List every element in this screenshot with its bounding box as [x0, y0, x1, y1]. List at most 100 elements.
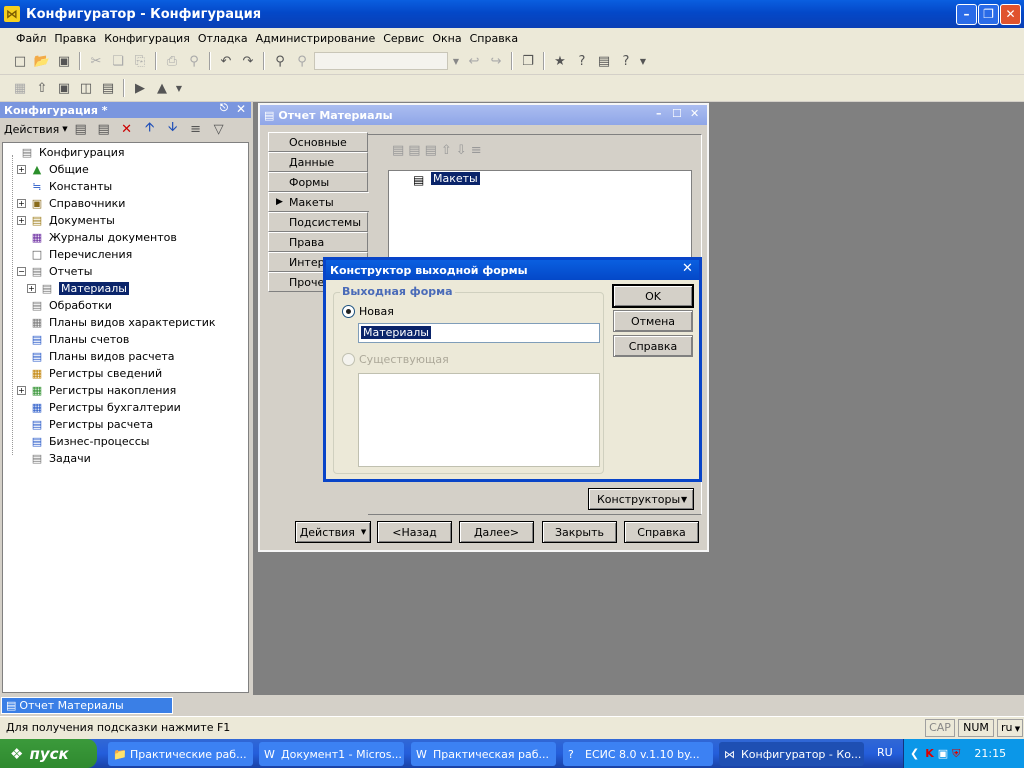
- next-button[interactable]: Далее>: [459, 521, 534, 543]
- search-combo[interactable]: [314, 52, 448, 70]
- sort-icon[interactable]: ≡: [471, 143, 482, 158]
- move-up-icon[interactable]: 🡩: [140, 119, 160, 139]
- expand-toggle-icon[interactable]: +: [27, 284, 36, 293]
- tree-node[interactable]: + ▣ Справочники: [17, 195, 125, 212]
- delete-icon[interactable]: ▤: [425, 143, 437, 158]
- menu-windows[interactable]: Окна: [428, 32, 465, 45]
- tab-0[interactable]: Основные: [268, 132, 368, 152]
- close-icon[interactable]: ✕: [236, 102, 246, 116]
- expand-toggle-icon[interactable]: +: [17, 165, 26, 174]
- add-icon[interactable]: ▤: [392, 143, 404, 158]
- tree-node[interactable]: ▤ Планы счетов: [17, 331, 130, 348]
- menu-service[interactable]: Сервис: [379, 32, 428, 45]
- tab-3[interactable]: ▶ Макеты: [268, 192, 369, 212]
- security-shield-icon[interactable]: ⛨: [952, 747, 960, 761]
- templates-node[interactable]: Макеты: [431, 172, 480, 185]
- constructors-button[interactable]: Конструкторы ▼: [588, 488, 694, 510]
- menu-edit[interactable]: Правка: [50, 32, 100, 45]
- existing-radio[interactable]: [342, 353, 355, 366]
- taskbar-lang[interactable]: RU: [877, 746, 893, 759]
- update-db-icon[interactable]: ◫: [76, 78, 96, 98]
- undo-icon[interactable]: ↶: [216, 51, 236, 71]
- tree-node[interactable]: ▤ Задачи: [17, 450, 91, 467]
- tree-node[interactable]: ▤ Обработки: [17, 297, 112, 314]
- preview-icon[interactable]: ⚲: [184, 51, 204, 71]
- expand-toggle-icon[interactable]: −: [17, 267, 26, 276]
- add-icon[interactable]: ▤: [71, 119, 91, 139]
- move-up-icon[interactable]: ⇧: [441, 143, 452, 158]
- task-practical-works-folder[interactable]: 📁 Практические раб...: [108, 742, 253, 766]
- new-icon[interactable]: □: [10, 51, 30, 71]
- tree-node[interactable]: ▤ Регистры расчета: [17, 416, 153, 433]
- menu-file[interactable]: Файл: [12, 32, 50, 45]
- expand-toggle-icon[interactable]: +: [17, 199, 26, 208]
- run-enterprise-icon[interactable]: ▲: [152, 78, 172, 98]
- redo-icon[interactable]: ↷: [238, 51, 258, 71]
- tree-node[interactable]: + ▦ Регистры накопления: [17, 382, 176, 399]
- start-button[interactable]: ❖ пуск: [0, 739, 97, 768]
- actions-menu[interactable]: Действия: [4, 123, 59, 136]
- tree-node[interactable]: + ▤ Документы: [17, 212, 115, 229]
- chevron-down-icon[interactable]: ▼: [638, 51, 648, 71]
- search-prev-icon[interactable]: ↩: [464, 51, 484, 71]
- tree-node[interactable]: ▦ Планы видов характеристик: [17, 314, 216, 331]
- templates-tree[interactable]: ▤ Макеты: [388, 170, 692, 260]
- restore-button[interactable]: ❐: [978, 4, 999, 25]
- task-practical-work-doc[interactable]: W Практическая раб...: [411, 742, 556, 766]
- tree-node[interactable]: □ Перечисления: [17, 246, 132, 263]
- ok-button[interactable]: OK: [612, 284, 694, 308]
- cut-icon[interactable]: ✂: [86, 51, 106, 71]
- actions-button[interactable]: Действия ▼: [295, 521, 371, 543]
- help-button[interactable]: Справка: [624, 521, 699, 543]
- move-down-icon[interactable]: 🡫: [163, 119, 183, 139]
- open-icon[interactable]: 📂: [32, 51, 52, 71]
- find-next-icon[interactable]: ⚲: [292, 51, 312, 71]
- minimize-button[interactable]: –: [956, 4, 977, 25]
- window-tab-report[interactable]: ▤ Отчет Материалы: [1, 697, 173, 714]
- run-debug-icon[interactable]: ▶: [130, 78, 150, 98]
- minimize-icon[interactable]: –: [656, 107, 662, 120]
- task-esis[interactable]: ? ЕСИС 8.0 v.1.10 by...: [563, 742, 713, 766]
- tree-node[interactable]: ▤ Конфигурация: [7, 144, 125, 161]
- task-word-document1[interactable]: W Документ1 - Micros...: [259, 742, 404, 766]
- move-down-icon[interactable]: ⇩: [456, 143, 467, 158]
- delete-icon[interactable]: ✕: [117, 119, 137, 139]
- tab-1[interactable]: Данные: [268, 152, 368, 172]
- close-icon[interactable]: ✕: [690, 107, 699, 120]
- windows-icon[interactable]: ❐: [518, 51, 538, 71]
- chevron-down-icon[interactable]: ▼: [174, 78, 184, 98]
- tray-arrow-icon[interactable]: ❮: [910, 747, 919, 760]
- antivirus-icon[interactable]: K: [925, 747, 934, 760]
- dialog-help-button[interactable]: Справка: [613, 335, 693, 357]
- back-button[interactable]: <Назад: [377, 521, 452, 543]
- tree-node[interactable]: ▦ Регистры сведений: [17, 365, 162, 382]
- tree-node[interactable]: + ▲ Общие: [17, 161, 89, 178]
- lang-indicator[interactable]: ru ▼: [997, 719, 1023, 737]
- add-child-icon[interactable]: ▤: [94, 119, 114, 139]
- filter-icon[interactable]: ▽: [209, 119, 229, 139]
- paste-icon[interactable]: ⎘: [130, 51, 150, 71]
- new-name-input[interactable]: Материалы: [358, 323, 600, 343]
- config-tree[interactable]: ▤ Конфигурация + ▲ Общие ≒ Константы + ▣ Справочн…: [2, 142, 249, 693]
- load-config-icon[interactable]: ⇧: [32, 78, 52, 98]
- tree-node[interactable]: ▦ Журналы документов: [17, 229, 177, 246]
- search-next-icon[interactable]: ↪: [486, 51, 506, 71]
- help-search-icon[interactable]: ?: [572, 51, 592, 71]
- tree-node[interactable]: ▦ Регистры бухгалтерии: [17, 399, 181, 416]
- task-configurator[interactable]: ⋈ Конфигуратор - Ко...: [719, 742, 864, 766]
- tab-4[interactable]: Подсистемы: [268, 212, 368, 232]
- compare-icon[interactable]: ▦: [10, 78, 30, 98]
- add-child-icon[interactable]: ▤: [408, 143, 420, 158]
- menu-configuration[interactable]: Конфигурация: [100, 32, 194, 45]
- existing-forms-list[interactable]: [358, 373, 600, 467]
- find-icon[interactable]: ⚲: [270, 51, 290, 71]
- tree-node[interactable]: ≒ Константы: [17, 178, 112, 195]
- close-report-button[interactable]: Закрыть: [542, 521, 617, 543]
- new-radio[interactable]: [342, 305, 355, 318]
- cancel-button[interactable]: Отмена: [613, 310, 693, 332]
- tree-node[interactable]: − ▤ Отчеты: [17, 263, 92, 280]
- close-button[interactable]: ✕: [1000, 4, 1021, 25]
- print-icon[interactable]: ⎙: [162, 51, 182, 71]
- menu-help[interactable]: Справка: [466, 32, 522, 45]
- close-icon[interactable]: ✕: [682, 261, 693, 276]
